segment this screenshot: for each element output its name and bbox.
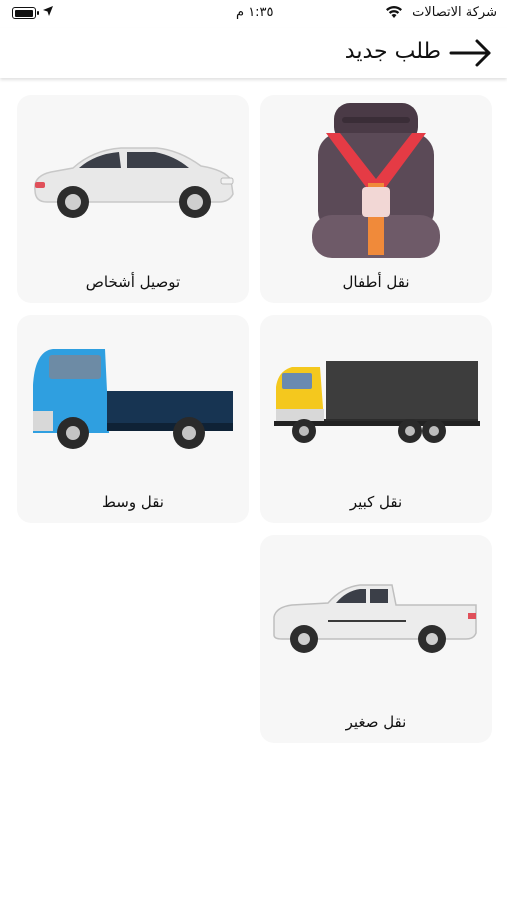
category-label: نقل صغير — [345, 713, 407, 731]
back-arrow-icon[interactable] — [449, 36, 493, 70]
category-card-large-transport[interactable]: نقل كبير — [260, 315, 492, 523]
child-car-seat-icon — [312, 103, 440, 258]
page-title: طلب جديد — [344, 39, 441, 64]
wifi-icon — [386, 6, 402, 18]
category-card-passenger-delivery[interactable]: توصيل أشخاص — [17, 95, 249, 303]
category-label: نقل كبير — [349, 493, 403, 511]
medium-pickup-truck-icon — [33, 349, 233, 449]
large-truck-icon — [274, 361, 480, 443]
battery-level — [14, 9, 33, 17]
battery-icon — [12, 7, 39, 19]
category-label: توصيل أشخاص — [85, 273, 181, 291]
status-bar: شركة الاتصالات ١:٣٥ م — [0, 0, 507, 28]
category-card-child-transport[interactable]: نقل أطفال — [260, 95, 492, 303]
sedan-car-icon — [34, 147, 234, 218]
category-card-small-transport[interactable]: نقل صغير — [260, 535, 492, 743]
small-pickup-truck-icon — [273, 584, 477, 653]
category-label: نقل أطفال — [342, 273, 410, 291]
carrier-name: شركة الاتصالات — [412, 5, 497, 20]
category-label: نقل وسط — [102, 493, 164, 511]
app-header: طلب جديد — [0, 28, 507, 78]
category-card-medium-transport[interactable]: نقل وسط — [17, 315, 249, 523]
location-arrow-icon — [43, 6, 53, 16]
clock: ١:٣٥ م — [236, 5, 274, 20]
